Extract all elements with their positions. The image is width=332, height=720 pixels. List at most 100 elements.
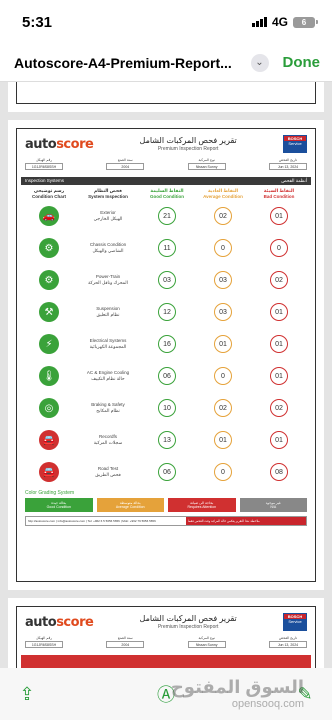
bad-count: 0	[270, 239, 288, 257]
system-name: Power-Train المحرك وناقل الحركة	[88, 274, 128, 285]
info-cell: رقم الهيكل 1G1JR6S8SSH	[25, 636, 63, 648]
status-time: 5:31	[22, 13, 53, 31]
thermometer-icon: 🌡	[39, 366, 59, 386]
legend-item: بحالة متوسطة Average Condition	[96, 498, 164, 512]
average-count: 02	[214, 399, 232, 417]
vehicle-info-2: رقم الهيكل 1G1JR6S8SSH سنة الصنع 2004 نوع ال…	[17, 633, 315, 651]
info-cell: تاريخ الفحص Jun 13, 2024	[268, 158, 307, 170]
system-name: Electrical Systems المجموعة الكهربائية	[89, 338, 127, 349]
nav-bar: Autoscore-A4-Premium-Report... ⌄ Done	[0, 44, 332, 82]
inspection-row: ⚡ Electrical Systems المجموعة الكهربائية …	[17, 328, 315, 360]
inspection-row: 🚘 Recordfs سجلات المركبة 13 01 01	[17, 424, 315, 456]
inspection-row: ◎ Braking & Safety نظام المكابح 10 02 02	[17, 392, 315, 424]
average-count: 03	[214, 271, 232, 289]
legend-item: بحالة جيدة Good Condition	[25, 498, 93, 512]
info-cell: نوع المركبة Nissan Sunny	[187, 158, 226, 170]
battery-icon: ⚡	[39, 334, 59, 354]
bottom-toolbar: ⇪ Ⓐ ✎ السوق المفتوح opensooq.com	[0, 668, 332, 720]
autoscore-logo: autoscore	[25, 136, 94, 152]
legend-title: Color Grading System	[25, 490, 75, 496]
info-cell: نوع المركبة Nissan Sunny	[187, 636, 226, 648]
good-count: 13	[158, 431, 176, 449]
system-name: Recordfs سجلات المركبة	[93, 434, 123, 445]
battery-icon: 6	[293, 16, 318, 28]
inspection-row: 🚘 Road Test فحص الطريق 06 0 08	[17, 456, 315, 488]
good-count: 06	[158, 367, 176, 385]
status-bar: 5:31 4G 6	[0, 0, 332, 44]
document-title[interactable]: Autoscore-A4-Premium-Report...	[14, 55, 232, 71]
color-legend: بحالة جيدة Good Condition بحالة متوسطة Aver…	[17, 498, 315, 512]
system-name: Braking & Safety نظام المكابح	[91, 402, 125, 413]
network-label: 4G	[271, 15, 288, 29]
average-count: 01	[214, 335, 232, 353]
good-count: 16	[158, 335, 176, 353]
bad-count: 08	[270, 463, 288, 481]
system-name: AC & Engine Cooling حالة نظام التكييف	[86, 370, 130, 381]
inspection-row: 🌡 AC & Engine Cooling حالة نظام التكييف 0…	[17, 360, 315, 392]
info-cell: رقم الهيكل 1G1JR6S8SSH	[25, 158, 63, 170]
inspection-row: 🚗 Exterior الهيكل الخارجي 21 02 01	[17, 200, 315, 232]
inspection-rows: 🚗 Exterior الهيكل الخارجي 21 02 01 ⚙ Chas…	[17, 200, 315, 488]
engine-icon: ⚙	[39, 270, 59, 290]
average-count: 0	[214, 367, 232, 385]
road-test-icon: 🚘	[39, 462, 59, 482]
brake-icon: ◎	[39, 398, 59, 418]
good-count: 06	[158, 463, 176, 481]
column-headers: رسم توضيحي Condition Chart فحص النظام Syst…	[32, 188, 295, 199]
average-count: 0	[214, 463, 232, 481]
chassis-icon: ⚙	[39, 238, 59, 258]
info-cell: تاريخ الفحص Jun 13, 2024	[268, 636, 307, 648]
report-footer: http://autoscore.com | info@autoscore.co…	[25, 516, 307, 526]
chevron-down-icon: ⌄	[255, 57, 264, 68]
autoscore-logo: autoscore	[25, 614, 94, 630]
bad-count: 01	[270, 335, 288, 353]
bad-count: 01	[270, 303, 288, 321]
watermark: السوق المفتوح opensooq.com	[170, 677, 304, 710]
bad-count: 01	[270, 431, 288, 449]
page-2: autoscore تقرير فحص المركبات الشامل Prem…	[8, 120, 324, 590]
report-header: autoscore تقرير فحص المركبات الشامل Prem…	[17, 129, 315, 155]
legend-item: غير موجود N/A	[239, 498, 307, 512]
inspection-row: ⚙ Power-Train المحرك وناقل الحركة 03 03 0…	[17, 264, 315, 296]
bad-count: 01	[270, 367, 288, 385]
info-cell: سنة الصنع 2004	[106, 158, 145, 170]
section-bar: Inspection Systems أنظمة الفحص	[21, 177, 311, 185]
info-cell: سنة الصنع 2004	[106, 636, 145, 648]
bad-count: 02	[270, 271, 288, 289]
good-count: 03	[158, 271, 176, 289]
done-button[interactable]: Done	[283, 54, 321, 71]
bosch-logo: BOSCH Service	[283, 613, 307, 631]
vehicle-info: رقم الهيكل 1G1JR6S8SSH سنة الصنع 2004 نوع ال…	[17, 155, 315, 173]
good-count: 21	[158, 207, 176, 225]
system-name: Chassis Condition الشاصي والهيكل	[89, 242, 127, 253]
inspection-row: ⚒ Suspension نظام التعليق 12 03 01	[17, 296, 315, 328]
report-title-ar: تقرير فحص المركبات الشامل	[139, 136, 237, 145]
inspection-row: ⚙ Chassis Condition الشاصي والهيكل 11 0 0	[17, 232, 315, 264]
bad-count: 01	[270, 207, 288, 225]
report-header-2: autoscore تقرير فحص المركبات الشامل Prem…	[17, 607, 315, 633]
page-3: autoscore تقرير فحص المركبات الشامل Prem…	[8, 598, 324, 668]
status-icons: 4G 6	[251, 15, 318, 29]
records-icon: 🚘	[39, 430, 59, 450]
section-bar-red	[21, 655, 311, 668]
title-menu-button[interactable]: ⌄	[250, 53, 269, 72]
good-count: 10	[158, 399, 176, 417]
share-icon[interactable]: ⇪	[14, 684, 40, 705]
signal-icon	[251, 17, 267, 27]
document-viewer[interactable]: autoscore تقرير فحص المركبات الشامل Prem…	[0, 82, 332, 668]
average-count: 01	[214, 431, 232, 449]
bosch-logo: BOSCH Service	[283, 135, 307, 153]
good-count: 12	[158, 303, 176, 321]
report-title-en: Premium Inspection Report	[157, 146, 219, 152]
suspension-icon: ⚒	[39, 302, 59, 322]
car-icon: 🚗	[39, 206, 59, 226]
bad-count: 02	[270, 399, 288, 417]
system-name: Suspension نظام التعليق	[96, 306, 120, 317]
average-count: 0	[214, 239, 232, 257]
legend-item: بحاجة الى صيانة Requires Attention	[168, 498, 236, 512]
battery-level: 6	[293, 16, 315, 28]
system-name: Road Test فحص الطريق	[95, 466, 121, 477]
good-count: 11	[158, 239, 176, 257]
page-1	[8, 82, 324, 112]
system-name: Exterior الهيكل الخارجي	[93, 210, 123, 221]
